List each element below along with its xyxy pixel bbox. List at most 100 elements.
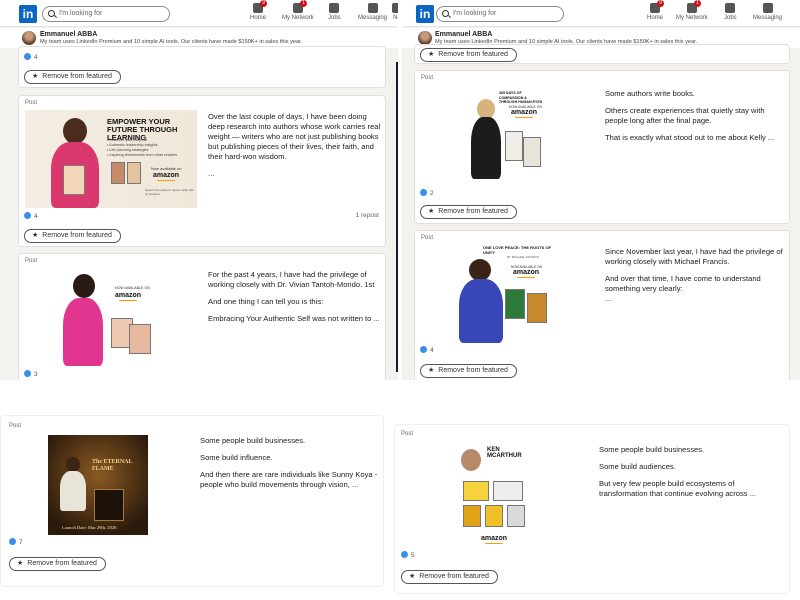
- search-placeholder: I'm looking for: [453, 10, 497, 17]
- image-title: KEN MCARTHUR: [487, 447, 522, 459]
- featured-post-card[interactable]: Post EMPOWER YOUR FUTURE THROUGH LEARNIN…: [18, 95, 386, 247]
- featured-post-card[interactable]: Post KEN MCARTHUR amazon Some people bui…: [394, 424, 790, 594]
- home-icon: 9: [650, 0, 664, 13]
- amazon-logo: amazon: [481, 535, 508, 544]
- book-cover: [505, 131, 523, 161]
- search-icon: [48, 10, 55, 17]
- person-figure: [471, 117, 501, 179]
- briefcase-icon: [329, 3, 340, 13]
- person-head: [73, 274, 95, 298]
- post-text: Since November last year, I have had the…: [605, 247, 783, 303]
- nav-jobs[interactable]: Jobs: [724, 3, 737, 21]
- person-head: [461, 449, 481, 471]
- remove-from-featured-button[interactable]: ★ Remove from featured: [420, 205, 517, 219]
- reaction-count[interactable]: 4: [420, 346, 434, 354]
- person-head: [63, 118, 87, 144]
- image-title: The ETERNAL FLAME: [92, 459, 133, 472]
- book-cover: [63, 165, 85, 195]
- star-icon: ★: [428, 367, 435, 374]
- post-type-label: Post: [25, 258, 38, 264]
- book-cover: [507, 505, 525, 527]
- nav-messaging[interactable]: Messaging: [358, 3, 387, 21]
- search-input[interactable]: I'm looking for: [436, 6, 564, 22]
- star-icon: ★: [17, 560, 24, 567]
- pane-top-right: in I'm looking for 9 Home 1 My Network J…: [402, 0, 800, 380]
- reaction-count[interactable]: 4: [24, 53, 38, 61]
- person-head: [66, 457, 80, 472]
- post-type-label: Post: [9, 423, 22, 429]
- post-image[interactable]: ONE LOVE PEACE: THE ROOTS OF UNITY BY MI…: [455, 243, 561, 343]
- nav-notifications[interactable]: No: [392, 3, 398, 21]
- pane-bottom-right: Post KEN MCARTHUR amazon Some people bui…: [394, 422, 800, 600]
- post-type-label: Post: [401, 431, 414, 437]
- remove-from-featured-button[interactable]: ★ Remove from featured: [24, 70, 121, 84]
- avatar[interactable]: [418, 31, 432, 45]
- image-bullets: • Discover your purpose • Authentic lead…: [107, 138, 178, 157]
- nav-home[interactable]: 9 Home: [647, 0, 664, 21]
- star-icon: ★: [32, 232, 39, 239]
- like-icon: [24, 212, 31, 219]
- remove-from-featured-button[interactable]: ★ Remove from featured: [420, 48, 517, 62]
- remove-from-featured-button[interactable]: ★ Remove from featured: [9, 557, 106, 571]
- post-type-label: Post: [421, 235, 434, 241]
- message-icon: [762, 3, 773, 13]
- scrollbar[interactable]: [396, 62, 398, 372]
- nav-home[interactable]: 9 Home: [250, 0, 267, 21]
- nav-my-network[interactable]: 1 My Network: [282, 0, 314, 21]
- notification-badge: 9: [657, 0, 664, 7]
- post-image[interactable]: NOW AVAILABLE ON amazon: [59, 268, 159, 366]
- profile-tagline: My team uses LinkedIn Premium and 10 sim…: [40, 39, 303, 45]
- image-title: ONE LOVE PEACE: THE ROOTS OF UNITY: [483, 245, 552, 255]
- featured-post-card[interactable]: Post 365 DAYS OF COMPASSION & THROUGH HU…: [414, 70, 790, 224]
- nav-home-label: Home: [647, 15, 664, 21]
- amazon-logo: amazon: [513, 269, 540, 278]
- remove-from-featured-button[interactable]: ★ Remove from featured: [420, 364, 517, 378]
- remove-from-featured-button[interactable]: ★ Remove from featured: [24, 229, 121, 243]
- reaction-count[interactable]: 4: [24, 212, 38, 220]
- post-image[interactable]: KEN MCARTHUR amazon: [459, 443, 531, 547]
- image-title: 365 DAYS OF COMPASSION & THROUGH HUMAN E…: [499, 91, 543, 104]
- repost-count[interactable]: 1 repost: [356, 212, 380, 219]
- book-cover: [463, 505, 481, 527]
- featured-post-card[interactable]: Post NOW AVAILABLE ON amazon For the pas…: [18, 253, 386, 380]
- nav-jobs[interactable]: Jobs: [328, 3, 341, 21]
- star-icon: ★: [428, 208, 435, 215]
- reaction-count[interactable]: 7: [9, 538, 23, 546]
- launch-date: Launch Date: Mar 29th, 2026: [62, 525, 117, 530]
- nav-messaging[interactable]: Messaging: [753, 3, 782, 21]
- profile-name[interactable]: Emmanuel ABBA: [435, 31, 492, 38]
- person-head: [477, 99, 495, 119]
- search-input[interactable]: I'm looking for: [42, 6, 170, 22]
- reaction-count[interactable]: 5: [401, 551, 415, 559]
- book-cover: [505, 289, 525, 319]
- post-text: Some people build businesses. Some build…: [200, 436, 378, 489]
- post-image[interactable]: 365 DAYS OF COMPASSION & THROUGH HUMAN E…: [469, 89, 545, 183]
- reaction-count[interactable]: 2: [420, 189, 434, 197]
- nav-network-label: My Network: [282, 15, 314, 21]
- book-cover: [485, 505, 503, 527]
- nav-my-network[interactable]: 1 My Network: [676, 0, 708, 21]
- featured-post-card[interactable]: Post The ETERNAL FLAME Launch Date: Mar …: [0, 415, 384, 587]
- nav-messaging-label: Messaging: [753, 15, 783, 21]
- pane-top-left: in I'm looking for 9 Home 1 My Network J…: [0, 0, 398, 380]
- post-image[interactable]: EMPOWER YOUR FUTURE THROUGH LEARNING • D…: [25, 110, 197, 208]
- notification-badge: 1: [693, 0, 701, 7]
- person-figure: [459, 279, 503, 343]
- post-image[interactable]: The ETERNAL FLAME Launch Date: Mar 29th,…: [48, 435, 148, 535]
- profile-name[interactable]: Emmanuel ABBA: [40, 31, 97, 38]
- featured-card-partial: 4 ★ Remove from featured: [18, 46, 386, 88]
- featured-post-card[interactable]: Post ONE LOVE PEACE: THE ROOTS OF UNITY …: [414, 230, 790, 380]
- avatar[interactable]: [22, 31, 36, 45]
- search-icon: [442, 10, 449, 17]
- remove-from-featured-button[interactable]: ★ Remove from featured: [401, 570, 498, 584]
- nav-messaging-label: Messaging: [358, 15, 388, 21]
- available-on: Now available on: [151, 166, 182, 171]
- top-nav: in I'm looking for 9 Home 1 My Network J…: [402, 0, 800, 27]
- post-type-label: Post: [421, 75, 434, 81]
- amazon-logo: amazon: [511, 109, 538, 118]
- linkedin-logo[interactable]: in: [416, 5, 434, 23]
- linkedin-logo[interactable]: in: [19, 5, 37, 23]
- like-icon: [420, 346, 427, 353]
- like-icon: [9, 538, 16, 545]
- reaction-count[interactable]: 3: [24, 370, 38, 378]
